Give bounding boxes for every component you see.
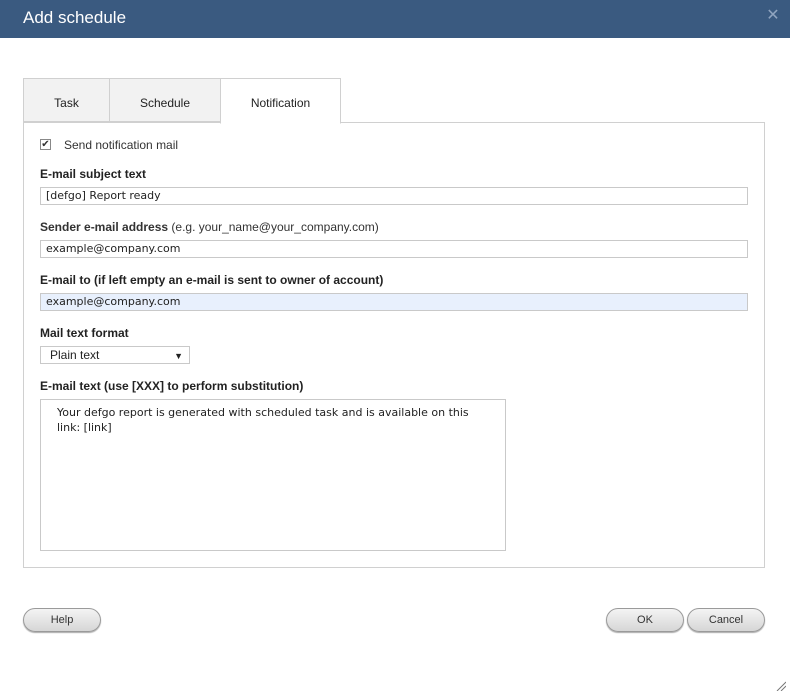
mail-text-textarea[interactable]: Your defgo report is generated with sche… [40, 399, 506, 551]
ok-button[interactable]: OK [606, 608, 684, 632]
tab-task[interactable]: Task [23, 78, 110, 122]
help-button[interactable]: Help [23, 608, 101, 632]
subject-label: E-mail subject text [40, 167, 147, 181]
mail-format-select[interactable]: Plain text ▼ [40, 346, 190, 364]
send-notification-checkbox[interactable]: ✔ [40, 139, 51, 150]
mail-format-selected: Plain text [50, 348, 100, 362]
sender-email-input[interactable]: example@company.com [40, 240, 748, 258]
mail-to-label: E-mail to (if left empty an e-mail is se… [40, 273, 384, 287]
tab-notification[interactable]: Notification [220, 78, 341, 124]
resize-grip-icon[interactable] [776, 681, 786, 691]
sender-label-hint: (e.g. your_name@your_company.com) [168, 220, 379, 234]
chevron-down-icon: ▼ [174, 351, 183, 361]
mail-text-label: E-mail text (use [XXX] to perform substi… [40, 379, 304, 393]
mail-to-input[interactable]: example@company.com [40, 293, 748, 311]
dialog-titlebar: Add schedule ✕ [0, 0, 790, 38]
tab-schedule[interactable]: Schedule [109, 78, 221, 122]
send-notification-label: Send notification mail [64, 138, 179, 152]
close-icon[interactable]: ✕ [766, 8, 780, 24]
dialog-title: Add schedule [23, 8, 127, 27]
sender-label-bold: Sender e-mail address [40, 220, 169, 234]
subject-input[interactable]: [defgo] Report ready [40, 187, 748, 205]
mail-format-label: Mail text format [40, 326, 129, 340]
cancel-button[interactable]: Cancel [687, 608, 765, 632]
sender-label: Sender e-mail address (e.g. your_name@yo… [40, 220, 379, 234]
